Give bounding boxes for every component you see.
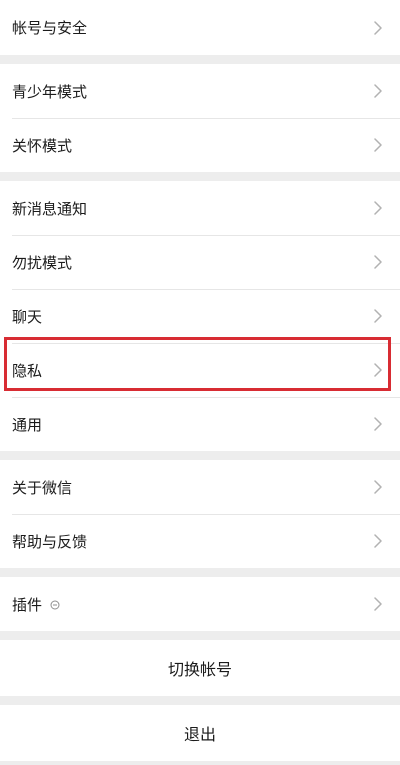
section-gap bbox=[0, 696, 400, 705]
settings-item-plugins[interactable]: 插件 bbox=[0, 577, 400, 631]
section-gap bbox=[0, 451, 400, 460]
settings-item-label: 关怀模式 bbox=[12, 136, 73, 155]
section-gap bbox=[0, 631, 400, 640]
settings-item-label: 新消息通知 bbox=[12, 199, 88, 218]
settings-item-label: 青少年模式 bbox=[12, 82, 88, 101]
settings-item-account-security[interactable]: 帐号与安全 bbox=[0, 0, 400, 55]
chevron-right-icon bbox=[372, 533, 384, 549]
chevron-right-icon bbox=[372, 416, 384, 432]
settings-group-about: 关于微信 帮助与反馈 bbox=[0, 460, 400, 568]
switch-account-button[interactable]: 切换帐号 bbox=[0, 640, 400, 696]
settings-item-care-mode[interactable]: 关怀模式 bbox=[0, 118, 400, 172]
chevron-right-icon bbox=[372, 83, 384, 99]
settings-item-label: 聊天 bbox=[12, 307, 43, 326]
section-gap bbox=[0, 55, 400, 64]
settings-item-about-wechat[interactable]: 关于微信 bbox=[0, 460, 400, 514]
settings-item-help-feedback[interactable]: 帮助与反馈 bbox=[0, 514, 400, 568]
settings-item-teen-mode[interactable]: 青少年模式 bbox=[0, 64, 400, 118]
settings-item-general[interactable]: 通用 bbox=[0, 397, 400, 451]
settings-item-notifications[interactable]: 新消息通知 bbox=[0, 181, 400, 235]
settings-item-label: 帐号与安全 bbox=[12, 19, 88, 37]
section-gap bbox=[0, 172, 400, 181]
chevron-right-icon bbox=[372, 200, 384, 216]
logout-label: 退出 bbox=[183, 725, 216, 744]
settings-group-plugins: 插件 bbox=[0, 577, 400, 631]
chevron-right-icon bbox=[372, 254, 384, 270]
settings-item-label: 帮助与反馈 bbox=[12, 532, 88, 551]
settings-item-label: 通用 bbox=[12, 415, 43, 434]
chevron-right-icon bbox=[372, 137, 384, 153]
plugins-label-text: 插件 bbox=[12, 595, 43, 614]
section-gap bbox=[0, 568, 400, 577]
chevron-right-icon bbox=[372, 596, 384, 612]
settings-screen: 帐号与安全 青少年模式 关怀模式 新消息通知 勿扰模式 聊天 隐私 通用 关于微… bbox=[0, 0, 400, 765]
settings-group-general: 新消息通知 勿扰模式 聊天 隐私 通用 bbox=[0, 181, 400, 451]
chevron-right-icon bbox=[372, 20, 384, 36]
chevron-right-icon bbox=[372, 479, 384, 495]
settings-group-account: 帐号与安全 bbox=[0, 0, 400, 55]
logout-button[interactable]: 退出 bbox=[0, 705, 400, 761]
chevron-right-icon bbox=[372, 308, 384, 324]
settings-group-modes: 青少年模式 关怀模式 bbox=[0, 64, 400, 172]
plugin-badge-icon bbox=[50, 600, 60, 610]
settings-item-label: 隐私 bbox=[12, 361, 43, 380]
settings-item-do-not-disturb[interactable]: 勿扰模式 bbox=[0, 235, 400, 289]
settings-item-privacy[interactable]: 隐私 bbox=[0, 343, 400, 397]
chevron-right-icon bbox=[372, 362, 384, 378]
settings-item-label: 插件 bbox=[12, 594, 372, 615]
settings-item-label: 勿扰模式 bbox=[12, 253, 73, 272]
settings-item-label: 关于微信 bbox=[12, 478, 73, 497]
switch-account-label: 切换帐号 bbox=[167, 660, 232, 679]
settings-item-chat[interactable]: 聊天 bbox=[0, 289, 400, 343]
